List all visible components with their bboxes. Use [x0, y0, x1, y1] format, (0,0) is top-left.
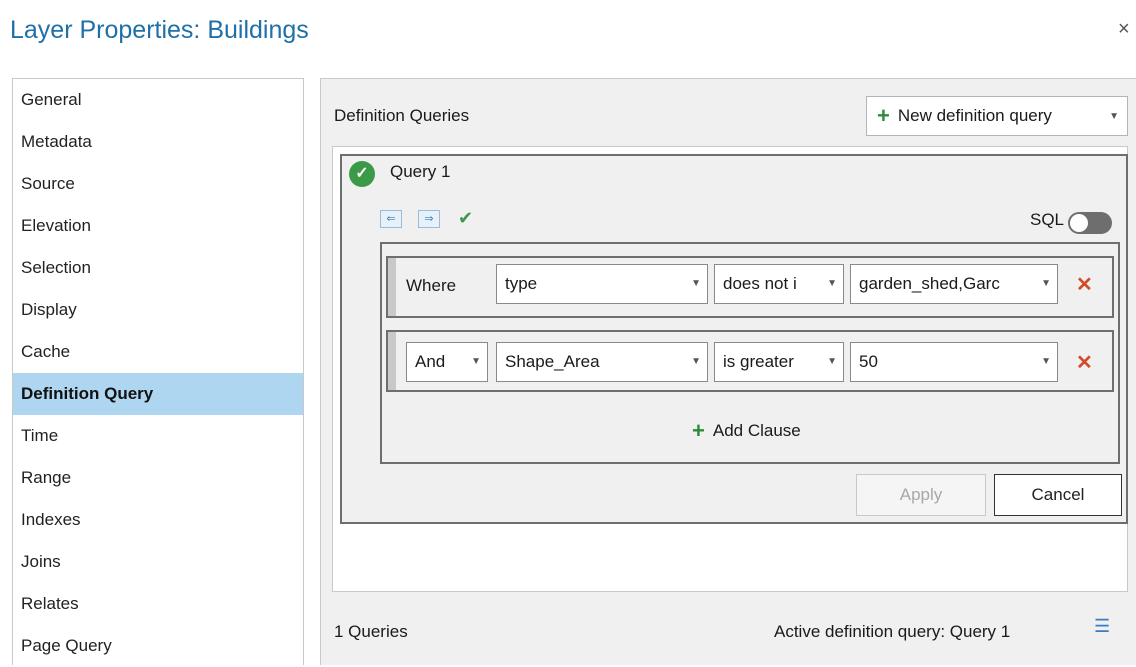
sql-label: SQL [1030, 210, 1065, 229]
delete-clause-icon[interactable]: ✕ [1076, 350, 1093, 375]
chevron-down-icon[interactable]: ▼ [1109, 111, 1119, 122]
sidebar-item-definition-query[interactable]: Definition Query [13, 373, 303, 415]
toggle-knob [1070, 214, 1088, 232]
value-dropdown[interactable]: 50 ▼ [850, 342, 1058, 382]
field-dropdown[interactable]: Shape_Area ▼ [496, 342, 708, 382]
list-icon[interactable]: ☰ [1094, 616, 1118, 638]
operator-value: does not i [723, 274, 797, 293]
chevron-down-icon: ▼ [689, 265, 701, 303]
sidebar-item-relates[interactable]: Relates [13, 583, 303, 625]
sidebar-item-cache[interactable]: Cache [13, 331, 303, 373]
sidebar-item-selection[interactable]: Selection [13, 247, 303, 289]
field-value: type [505, 274, 538, 293]
sidebar-item-elevation[interactable]: Elevation [13, 205, 303, 247]
apply-button[interactable]: Apply [856, 474, 986, 516]
sidebar-item-source[interactable]: Source [13, 163, 303, 205]
plus-icon: + [877, 103, 890, 128]
sql-toggle[interactable] [1068, 212, 1112, 234]
add-clause-button[interactable]: + Add Clause [682, 420, 801, 442]
clause-connector: Where [406, 276, 457, 295]
query-name[interactable]: Query 1 [390, 162, 450, 182]
sidebar-item-joins[interactable]: Joins [13, 541, 303, 583]
check-circle-icon: ✓ [349, 161, 375, 187]
active-query-text: Active definition query: Query 1 [774, 622, 1011, 641]
value-dropdown[interactable]: garden_shed,Garc ▼ [850, 264, 1058, 304]
section-label: Definition Queries [334, 106, 470, 125]
operator-value: is greater [723, 352, 794, 371]
operator-dropdown[interactable]: does not i ▼ [714, 264, 844, 304]
drag-handle[interactable] [388, 258, 396, 316]
cancel-button[interactable]: Cancel [994, 474, 1122, 516]
drag-handle[interactable] [388, 332, 396, 390]
new-definition-query-button[interactable]: + New definition query ▼ [866, 96, 1128, 136]
field-dropdown[interactable]: type ▼ [496, 264, 708, 304]
outdent-icon[interactable]: ⇐ [380, 210, 402, 228]
indent-icon[interactable]: ⇒ [418, 210, 440, 228]
delete-clause-icon[interactable]: ✕ [1076, 272, 1093, 297]
sidebar-item-range[interactable]: Range [13, 457, 303, 499]
chevron-down-icon: ▼ [1039, 343, 1051, 381]
sidebar-item-general[interactable]: General [13, 79, 303, 121]
new-query-label: New definition query [897, 106, 1052, 125]
sidebar-nav: General Metadata Source Elevation Select… [12, 78, 304, 665]
sidebar-item-page-query[interactable]: Page Query [13, 625, 303, 667]
query-count: 1 Queries [334, 622, 408, 641]
chevron-down-icon: ▼ [825, 343, 837, 381]
add-clause-label: Add Clause [712, 421, 801, 440]
connector-value: And [415, 352, 446, 371]
verify-check-icon[interactable]: ✔ [458, 208, 473, 229]
sidebar-item-time[interactable]: Time [13, 415, 303, 457]
chevron-down-icon: ▼ [1039, 265, 1051, 303]
plus-icon: + [692, 418, 705, 443]
connector-dropdown[interactable]: And ▼ [406, 342, 488, 382]
value-text: 50 [859, 352, 878, 371]
close-icon[interactable]: × [1118, 18, 1130, 41]
operator-dropdown[interactable]: is greater ▼ [714, 342, 844, 382]
window-title: Layer Properties: Buildings [10, 16, 309, 44]
sidebar-item-metadata[interactable]: Metadata [13, 121, 303, 163]
sidebar-item-indexes[interactable]: Indexes [13, 499, 303, 541]
field-value: Shape_Area [505, 352, 600, 371]
chevron-down-icon: ▼ [469, 343, 481, 381]
chevron-down-icon: ▼ [689, 343, 701, 381]
chevron-down-icon: ▼ [825, 265, 837, 303]
value-text: garden_shed,Garc [859, 274, 1000, 293]
sidebar-item-display[interactable]: Display [13, 289, 303, 331]
